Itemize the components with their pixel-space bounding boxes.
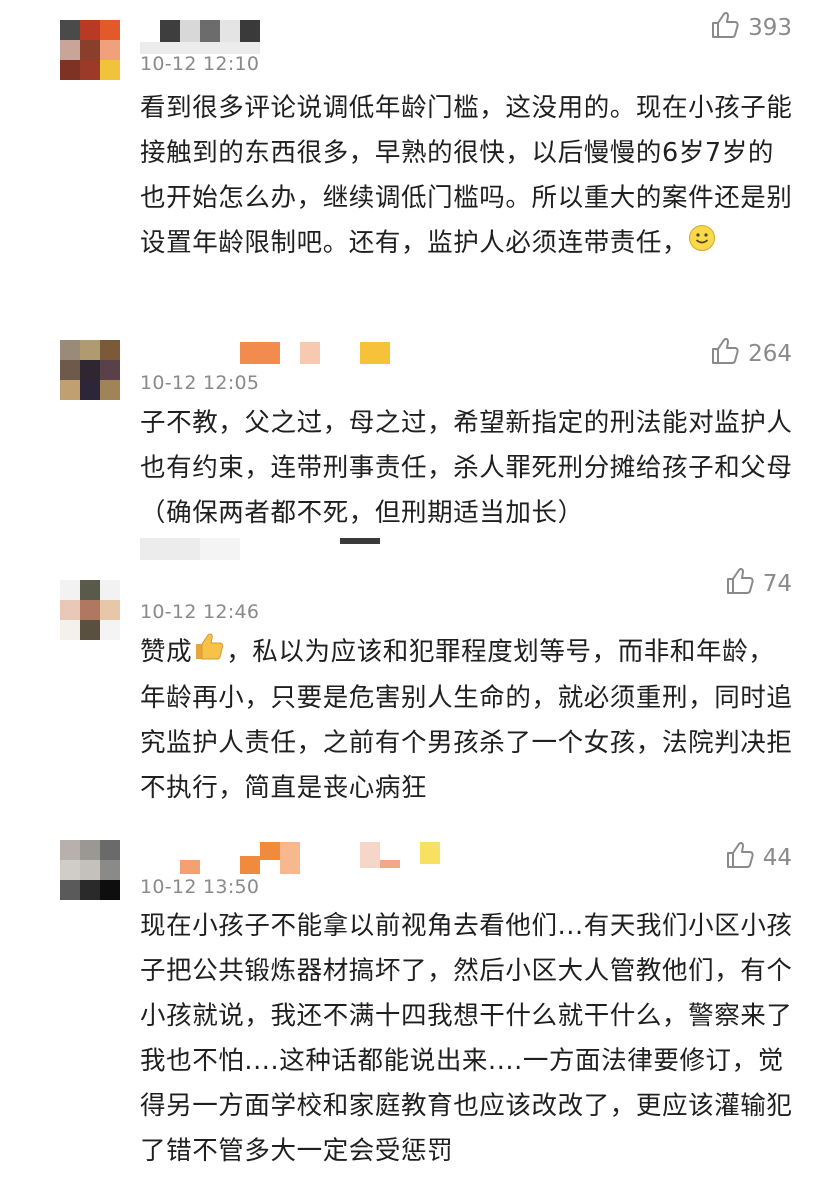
username-blurred[interactable] bbox=[180, 842, 440, 874]
thumbs-up-outline-icon bbox=[710, 336, 740, 372]
timestamp: 10-12 12:05 bbox=[140, 372, 260, 394]
avatar[interactable] bbox=[60, 20, 120, 80]
blurred-strip bbox=[140, 538, 380, 560]
avatar[interactable] bbox=[60, 840, 120, 900]
like-button[interactable]: 264 bbox=[710, 336, 792, 372]
thumbs-up-outline-icon bbox=[725, 840, 755, 876]
comment-text-rest: ，私以为应该和犯罪程度划等号，而非和年龄，年龄再小，只要是危害别人生命的，就必须… bbox=[140, 637, 793, 803]
comment-text-start: 赞成 bbox=[140, 637, 193, 667]
like-count: 264 bbox=[748, 341, 792, 367]
comment-text: 现在小孩子不能拿以前视角去看他们...有天我们小区小孩子把公共锻炼器材搞坏了，然… bbox=[140, 911, 793, 1166]
thumbs-up-outline-icon bbox=[710, 10, 740, 46]
timestamp: 10-12 12:10 bbox=[140, 53, 260, 75]
timestamp: 10-12 12:46 bbox=[140, 601, 260, 623]
thumbs-up-emoji bbox=[192, 631, 226, 676]
like-count: 44 bbox=[762, 845, 792, 871]
thumbs-up-outline-icon bbox=[725, 566, 755, 602]
comment-text: 子不教，父之过，母之过，希望新指定的刑法能对监护人也有约束，连带刑事责任，杀人罪… bbox=[140, 408, 793, 528]
avatar[interactable] bbox=[60, 580, 120, 640]
timestamp: 10-12 13:50 bbox=[140, 876, 260, 898]
like-count: 74 bbox=[762, 571, 792, 597]
like-count: 393 bbox=[748, 15, 792, 41]
comment-text: 赞成 ，私以为应该和犯罪程度划等号，而非和年龄，年龄再小，只要是危害别人生命的，就… bbox=[140, 630, 800, 811]
comment-text: 看到很多评论说调低年龄门槛，这没用的。现在小孩子能接触到的东西很多，早熟的很快，… bbox=[140, 86, 800, 267]
username-blurred[interactable] bbox=[140, 20, 260, 54]
like-button[interactable]: 393 bbox=[710, 10, 792, 46]
username-blurred[interactable] bbox=[240, 342, 400, 364]
like-button[interactable]: 74 bbox=[725, 566, 792, 602]
like-button[interactable]: 44 bbox=[725, 840, 792, 876]
smile-emoji bbox=[688, 222, 716, 267]
avatar[interactable] bbox=[60, 340, 120, 400]
